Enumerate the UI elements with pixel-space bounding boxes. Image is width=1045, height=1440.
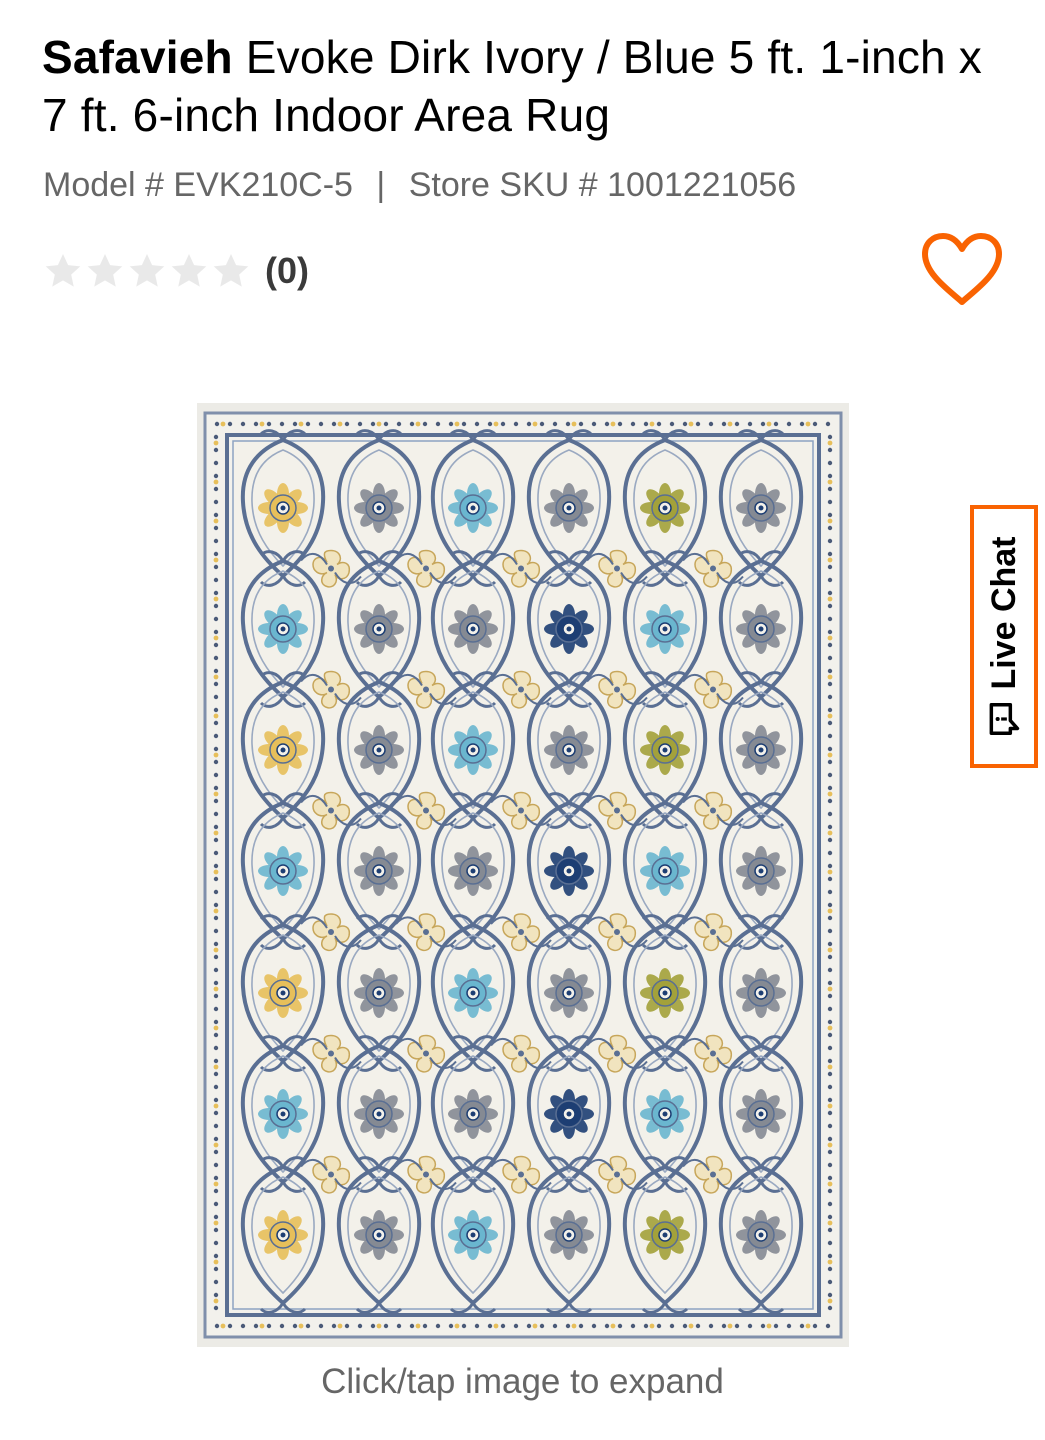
product-identifiers: Model # EVK210C-5 | Store SKU # 10012210… xyxy=(43,166,796,205)
image-expand-hint: Click/tap image to expand xyxy=(321,1362,724,1401)
review-count[interactable]: (0) xyxy=(265,250,309,292)
star-icon xyxy=(45,254,81,287)
product-brand: Safavieh xyxy=(42,31,233,83)
store-sku: Store SKU # 1001221056 xyxy=(408,166,797,204)
rating-summary[interactable]: (0) xyxy=(43,246,309,296)
chat-bubble-icon xyxy=(989,702,1020,735)
star-icon xyxy=(213,254,249,287)
rug-image xyxy=(197,403,849,1347)
identifier-separator: | xyxy=(376,166,386,204)
product-title: Safavieh Evoke Dirk Ivory / Blue 5 ft. 1… xyxy=(42,28,1002,144)
heart-outline-icon xyxy=(922,233,1002,305)
live-chat-label: Live Chat xyxy=(984,535,1023,690)
star-icon xyxy=(87,254,123,287)
star-icon xyxy=(129,254,165,287)
product-image[interactable] xyxy=(197,403,849,1347)
star-rating xyxy=(43,251,251,291)
add-to-favorites-button[interactable] xyxy=(920,232,1004,308)
live-chat-button[interactable]: Live Chat xyxy=(970,505,1038,768)
star-icon xyxy=(171,254,207,287)
model-number: Model # EVK210C-5 xyxy=(43,166,353,204)
